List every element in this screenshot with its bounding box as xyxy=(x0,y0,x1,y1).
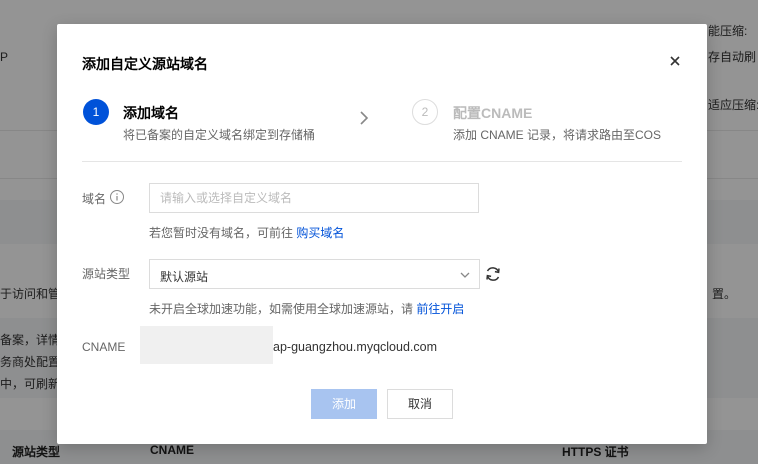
steps-divider xyxy=(82,161,682,162)
add-custom-origin-domain-dialog: 添加自定义源站域名 1 添加域名 将已备案的自定义域名绑定到存储桶 2 配置CN… xyxy=(57,24,707,444)
cname-redacted-area xyxy=(140,326,273,364)
cname-value: ap-guangzhou.myqcloud.com xyxy=(273,340,437,354)
step-1-title: 添加域名 xyxy=(123,105,179,121)
info-icon[interactable] xyxy=(109,189,125,205)
close-icon[interactable] xyxy=(665,51,685,71)
refresh-icon[interactable] xyxy=(484,265,502,283)
step-1-number: 1 xyxy=(83,99,109,125)
chevron-down-icon xyxy=(460,272,470,278)
origin-type-selected: 默认源站 xyxy=(160,270,209,284)
step-1-desc: 将已备案的自定义域名绑定到存储桶 xyxy=(123,128,316,142)
origin-type-hint: 未开启全球加速功能，如需使用全球加速源站，请 前往开启 xyxy=(149,300,464,317)
domain-label: 域名 xyxy=(82,192,107,206)
chevron-right-icon xyxy=(360,111,369,125)
origin-type-select[interactable]: 默认源站 xyxy=(149,259,480,289)
step-2-number: 2 xyxy=(412,99,438,125)
cancel-button[interactable]: 取消 xyxy=(387,389,453,419)
domain-input[interactable] xyxy=(149,183,479,213)
dialog-title: 添加自定义源站域名 xyxy=(82,56,208,72)
origin-type-hint-text: 未开启全球加速功能，如需使用全球加速源站，请 xyxy=(149,302,414,316)
origin-type-label: 源站类型 xyxy=(82,267,131,281)
cname-label: CNAME xyxy=(82,340,126,354)
add-button[interactable]: 添加 xyxy=(311,389,377,419)
step-2-title: 配置CNAME xyxy=(453,105,533,121)
step-2-desc: 添加 CNAME 记录，将请求路由至COS xyxy=(453,128,662,142)
domain-hint-text: 若您暂时没有域名，可前往 xyxy=(149,226,294,240)
domain-hint: 若您暂时没有域名，可前往 购买域名 xyxy=(149,224,344,241)
buy-domain-link[interactable]: 购买域名 xyxy=(296,226,344,240)
enable-global-acceleration-link[interactable]: 前往开启 xyxy=(416,302,464,316)
